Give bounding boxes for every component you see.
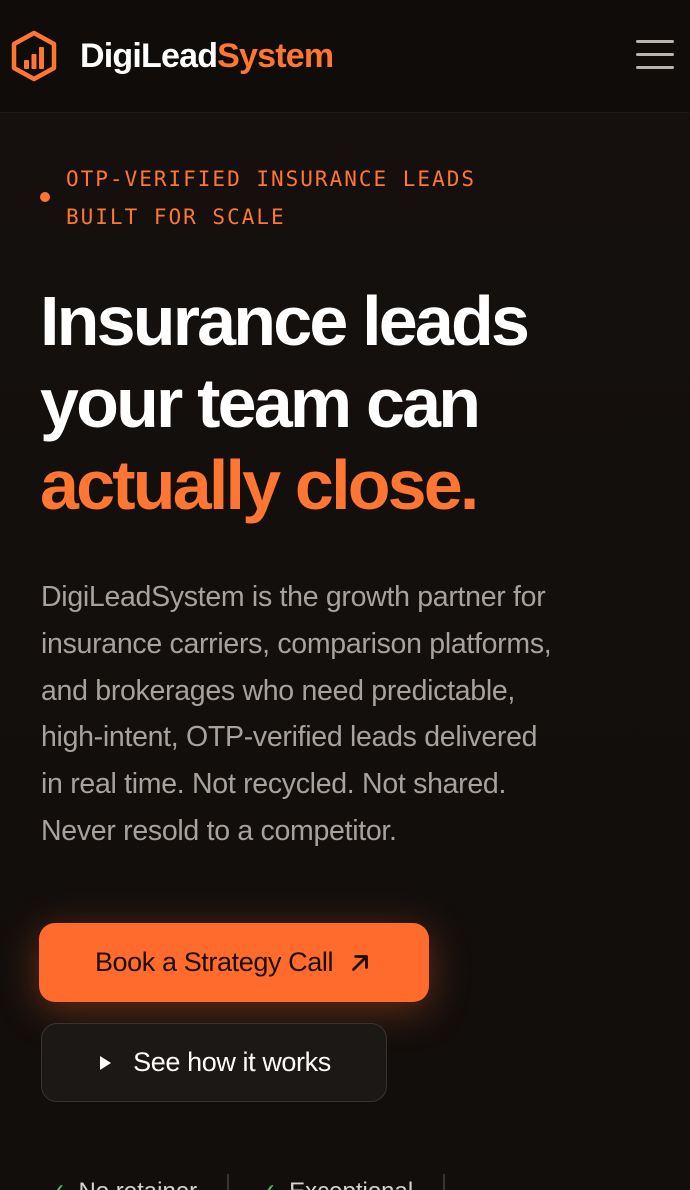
hero-description: DigiLeadSystem is the growth partner for… xyxy=(41,574,641,855)
hero-eyebrow: OTP-VERIFIED INSURANCE LEADS BUILT FOR S… xyxy=(66,160,626,236)
menu-bar xyxy=(636,66,674,69)
trust-strip: ✓ No retainer ✓ Exceptional xyxy=(48,1172,668,1190)
page: DigiLeadSystem OTP-VERIFIED INSURANCE LE… xyxy=(0,0,690,1190)
brand-primary: DigiLead xyxy=(80,37,218,75)
bar-chart-hexagon-icon[interactable] xyxy=(10,30,58,82)
headline-accent: actually close. xyxy=(40,446,479,524)
menu-bar xyxy=(636,53,674,56)
description-line: and brokerages who need predictable, xyxy=(41,674,516,707)
arrow-up-right-icon xyxy=(352,954,368,971)
see-how-it-works-button[interactable]: See how it works xyxy=(41,1023,387,1102)
brand-accent: System xyxy=(217,37,334,75)
trust-item: ✓ Exceptional xyxy=(259,1178,414,1190)
eyebrow-dot-icon xyxy=(40,192,50,202)
divider xyxy=(227,1174,229,1190)
trust-item-label: Exceptional xyxy=(289,1178,413,1190)
eyebrow-line: BUILT FOR SCALE xyxy=(66,205,286,229)
brand-logo-text[interactable]: DigiLeadSystem xyxy=(80,34,334,78)
headline-line: Insurance leads xyxy=(40,282,530,360)
eyebrow-line: OTP-VERIFIED INSURANCE LEADS xyxy=(66,167,477,191)
description-line: in real time. Not recycled. Not shared. xyxy=(41,768,507,801)
menu-bar xyxy=(636,40,674,43)
book-strategy-call-button[interactable]: Book a Strategy Call xyxy=(39,923,429,1002)
headline-line: your team can xyxy=(40,364,481,442)
description-line: high-intent, OTP-verified leads delivere… xyxy=(41,721,538,754)
button-label: Book a Strategy Call xyxy=(94,947,334,977)
hamburger-menu-icon[interactable] xyxy=(632,36,678,76)
hero-headline: Insurance leads your team can actually c… xyxy=(40,280,680,526)
description-line: insurance carriers, comparison platforms… xyxy=(41,627,552,660)
description-line: Never resold to a competitor. xyxy=(41,814,397,847)
divider xyxy=(443,1174,445,1190)
description-line: DigiLeadSystem is the growth partner for xyxy=(41,581,546,613)
trust-item: ✓ No retainer xyxy=(48,1178,197,1190)
trust-item-label: No retainer xyxy=(78,1178,197,1190)
check-icon: ✓ xyxy=(259,1179,277,1190)
button-label: See how it works xyxy=(133,1047,331,1077)
play-icon xyxy=(100,1055,112,1070)
site-header: DigiLeadSystem xyxy=(0,0,690,113)
check-icon: ✓ xyxy=(48,1179,66,1190)
